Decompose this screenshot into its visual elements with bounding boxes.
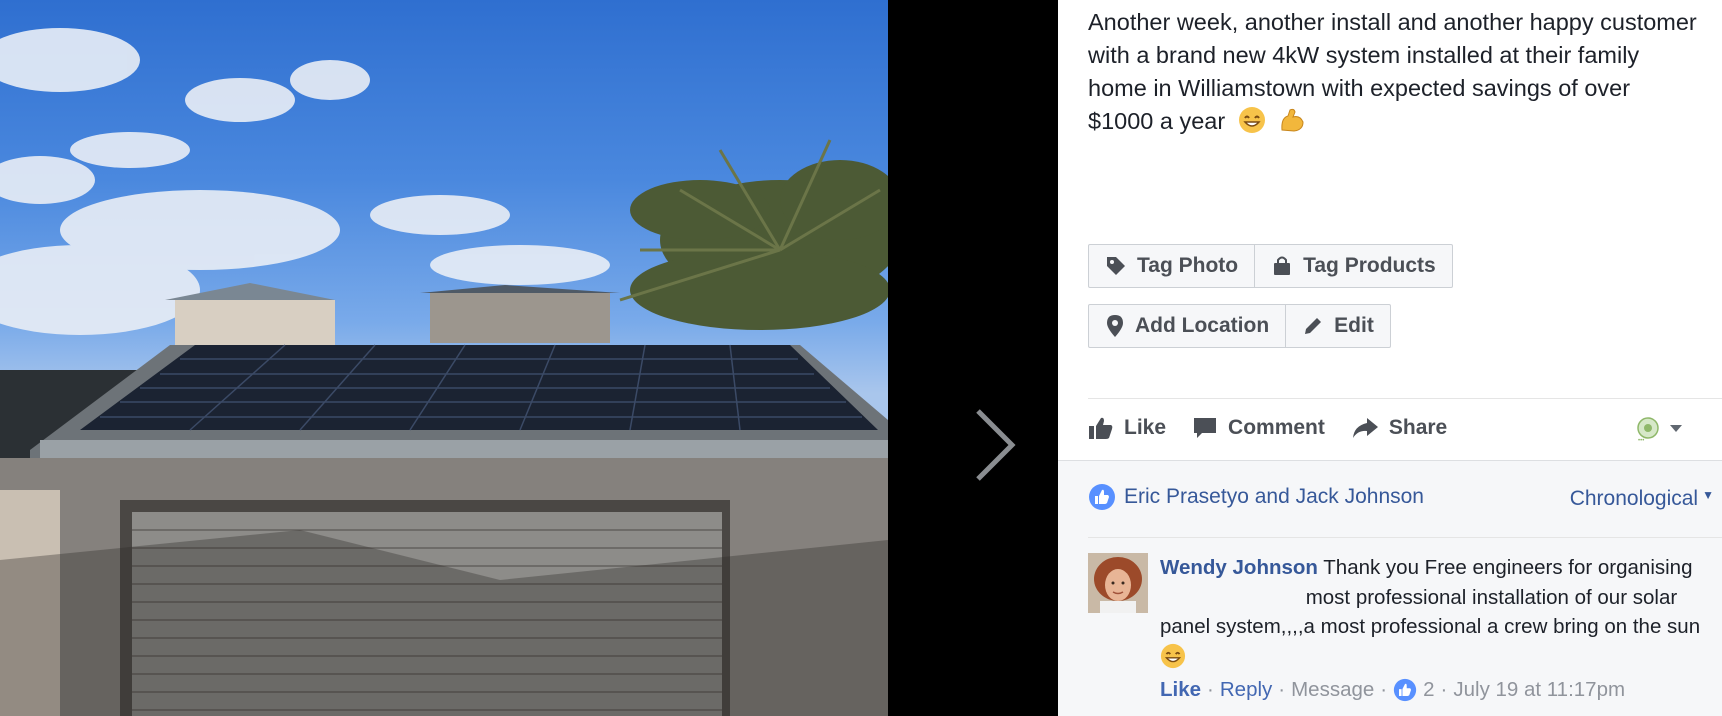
comment-like-link[interactable]: Like: [1160, 678, 1201, 702]
location-button-group: Add Location Edit: [1088, 304, 1391, 348]
add-location-label: Add Location: [1135, 314, 1270, 337]
comment-timestamp[interactable]: July 19 at 11:17pm: [1453, 678, 1625, 702]
tag-icon: [1107, 257, 1125, 275]
comment-reply-link[interactable]: Reply: [1220, 678, 1272, 702]
tag-photo-label: Tag Photo: [1137, 254, 1239, 277]
like-count: 2: [1423, 678, 1435, 701]
post-details-panel: Another week, another install and anothe…: [1058, 0, 1722, 716]
svg-text:•••: •••: [1638, 438, 1644, 443]
flexed-biceps-emoji: [1278, 106, 1306, 134]
chevron-down-icon: ▼: [1702, 488, 1714, 502]
shopping-bag-icon: [1274, 256, 1291, 275]
like-reaction-icon: [1393, 678, 1417, 702]
caption-text: Another week, another install and anothe…: [1088, 9, 1697, 134]
post-actions-bar: Like Comment Share: [1088, 410, 1473, 446]
comment-sort-dropdown[interactable]: Chronological ▼: [1570, 487, 1714, 511]
redacted-block: [1160, 586, 1300, 607]
thumbs-up-icon: [1089, 417, 1113, 439]
separator-dot: ·: [1440, 678, 1448, 701]
location-pin-icon: [1107, 315, 1123, 337]
smiling-face-emoji: [1238, 106, 1266, 134]
avatar[interactable]: [1088, 553, 1148, 613]
comment-bubble-icon: [1194, 418, 1217, 438]
share-button[interactable]: Share: [1351, 416, 1447, 440]
share-arrow-icon: [1352, 418, 1378, 438]
separator-dot: ·: [1207, 678, 1214, 701]
sort-label: Chronological: [1569, 487, 1699, 510]
audience-selector-icon[interactable]: •••: [1632, 415, 1688, 448]
comment-text-part1: Thank you Free engineers for organising: [1323, 556, 1693, 579]
add-location-button[interactable]: Add Location: [1089, 305, 1285, 347]
comment-reaction-count[interactable]: 2: [1393, 678, 1435, 702]
tag-products-button[interactable]: Tag Products: [1254, 245, 1452, 287]
divider: [1088, 398, 1722, 399]
like-reaction-icon: [1089, 484, 1115, 510]
like-label: Like: [1124, 416, 1167, 439]
comment-meta: Like · Reply · Message · 2 · July 19 at …: [1160, 678, 1720, 702]
like-button[interactable]: Like: [1088, 416, 1166, 440]
separator-dot: ·: [1380, 678, 1388, 701]
likers-names: Eric Prasetyo and Jack Johnson: [1124, 485, 1424, 508]
comment-author[interactable]: Wendy Johnson: [1160, 556, 1318, 579]
next-arrow-icon[interactable]: [970, 405, 1020, 485]
comment-label: Comment: [1228, 416, 1325, 439]
share-label: Share: [1388, 416, 1448, 439]
post-photo: [0, 0, 888, 716]
separator-dot: ·: [1278, 678, 1286, 701]
smiling-face-emoji: [1160, 643, 1186, 669]
tag-photo-button[interactable]: Tag Photo: [1089, 245, 1254, 287]
tag-button-group: Tag Photo Tag Products: [1088, 244, 1453, 288]
edit-button[interactable]: Edit: [1285, 305, 1390, 347]
reaction-summary[interactable]: Eric Prasetyo and Jack Johnson: [1088, 483, 1424, 511]
edit-label: Edit: [1334, 314, 1374, 337]
tag-products-label: Tag Products: [1303, 254, 1436, 277]
divider: [1088, 537, 1722, 538]
comment-button[interactable]: Comment: [1192, 416, 1325, 440]
post-caption: Another week, another install and anothe…: [1088, 6, 1698, 138]
comment-message-link[interactable]: Message: [1291, 678, 1374, 702]
lightbox-gap: [888, 0, 1058, 716]
comment-text: Wendy Johnson Thank you Free engineers f…: [1160, 553, 1710, 671]
comments-section: Eric Prasetyo and Jack Johnson Chronolog…: [1058, 460, 1722, 716]
pencil-icon: [1305, 318, 1322, 334]
